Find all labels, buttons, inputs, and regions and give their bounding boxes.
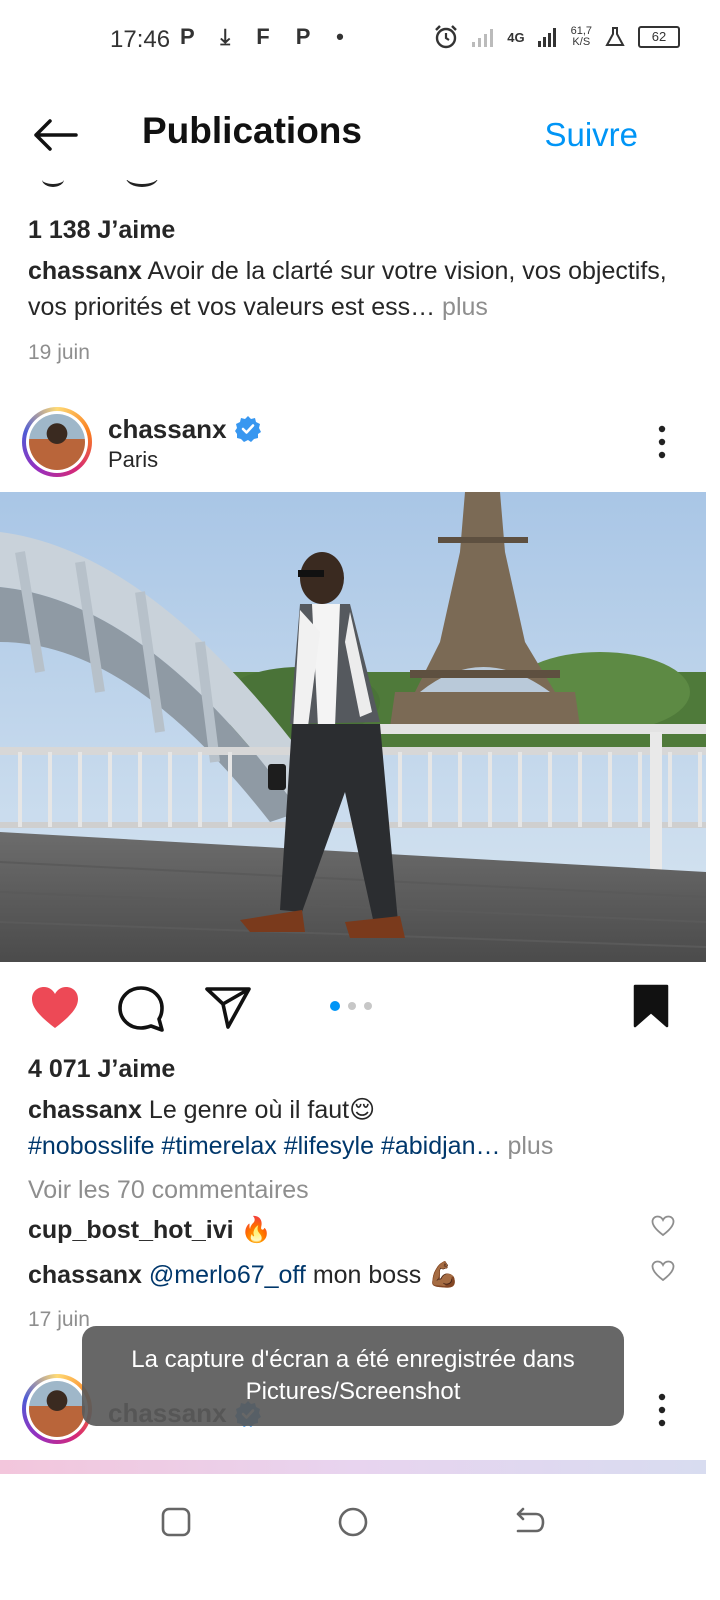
post-location[interactable]: Paris xyxy=(108,447,158,473)
comment-row: cup_bost_hot_ivi 🔥 xyxy=(28,1212,272,1248)
carousel-dot-active xyxy=(330,1001,340,1011)
caption-more-link[interactable]: plus xyxy=(442,293,488,321)
post-hashtags: #nobosslife #timerelax #lifesyle #abidja… xyxy=(28,1128,678,1164)
alarm-icon xyxy=(435,25,458,49)
heart-filled-icon[interactable] xyxy=(30,986,80,1030)
hashtags[interactable]: #nobosslife #timerelax #lifesyle #abidja… xyxy=(28,1132,501,1160)
avatar[interactable] xyxy=(22,407,92,477)
toast-line-1: La capture d'écran a été enregistrée dan… xyxy=(131,1346,575,1373)
comment-row: chassanx @merlo67_off mon boss 💪🏾 xyxy=(28,1257,459,1293)
previous-post-icons-fragment xyxy=(28,180,168,190)
previous-post-date: 19 juin xyxy=(28,341,90,364)
post-photo[interactable] xyxy=(0,492,706,962)
carousel-indicator xyxy=(330,1001,380,1011)
status-right: 4G 61,7 K/S 62 xyxy=(433,24,680,50)
caption-more-link[interactable]: plus xyxy=(507,1132,553,1160)
follow-button[interactable]: Suivre xyxy=(544,116,638,154)
previous-post-caption: chassanx Avoir de la clarté sur votre vi… xyxy=(28,253,668,325)
toast-line-2: Pictures/Screenshot xyxy=(245,1378,461,1405)
signal-icon xyxy=(472,29,494,47)
status-bar: 17:46 P ⤓ F P • 4G 61,7 K/S 62 xyxy=(0,0,720,80)
bookmark-filled-icon[interactable] xyxy=(632,984,670,1028)
post-date: 17 juin xyxy=(28,1308,90,1331)
signal-bars-icon xyxy=(537,28,556,47)
comment-text: 🔥 xyxy=(240,1216,272,1244)
screenshot-toast: La capture d'écran a été enregistrée dan… xyxy=(82,1326,624,1426)
carousel-dot xyxy=(348,1002,356,1010)
heart-outline-icon[interactable] xyxy=(651,1215,675,1237)
previous-post-likes[interactable]: 1 138 J’aime xyxy=(28,216,175,245)
status-time: 17:46 xyxy=(110,26,171,53)
post-caption: chassanx Le genre où il faut😌 xyxy=(28,1092,678,1128)
return-arrow-icon[interactable] xyxy=(514,1507,546,1537)
heart-outline-icon[interactable] xyxy=(651,1260,675,1282)
caption-username[interactable]: chassanx xyxy=(28,1096,142,1124)
arrow-left-icon[interactable] xyxy=(32,118,78,152)
view-comments-link[interactable]: Voir les 70 commentaires xyxy=(28,1172,309,1208)
comment-username[interactable]: cup_bost_hot_ivi xyxy=(28,1216,234,1244)
battery-level: 62 xyxy=(638,26,680,48)
net-speed: 61,7 K/S xyxy=(570,25,592,48)
post-username[interactable]: chassanx xyxy=(108,414,227,445)
square-icon[interactable] xyxy=(161,1507,191,1537)
vertical-dots-icon[interactable] xyxy=(652,424,672,460)
notification-icons: P ⤓ F P • xyxy=(180,24,354,49)
comment-mention[interactable]: @merlo67_off xyxy=(149,1261,306,1289)
circle-icon[interactable] xyxy=(338,1507,368,1537)
carousel-dot xyxy=(364,1002,372,1010)
paper-plane-icon[interactable] xyxy=(204,986,252,1030)
content-edge-strip xyxy=(0,1460,706,1474)
page-title: Publications xyxy=(142,110,362,151)
system-nav-bar xyxy=(0,1474,720,1600)
flask-icon xyxy=(605,27,625,46)
network-type: 4G xyxy=(507,29,525,45)
caption-username[interactable]: chassanx xyxy=(28,257,142,285)
post-likes[interactable]: 4 071 J’aime xyxy=(28,1055,175,1084)
vertical-dots-icon[interactable] xyxy=(652,1392,672,1428)
caption-text: Le genre où il faut😌 xyxy=(148,1096,376,1124)
verified-badge-icon xyxy=(235,416,261,442)
comment-bubble-icon[interactable] xyxy=(116,986,166,1032)
comment-text: mon boss 💪🏾 xyxy=(312,1261,460,1289)
comment-username[interactable]: chassanx xyxy=(28,1261,142,1289)
